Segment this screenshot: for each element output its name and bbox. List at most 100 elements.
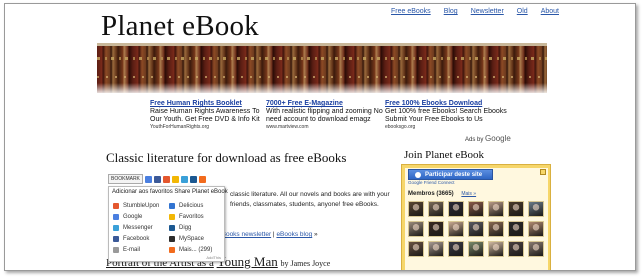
members-avatar-grid (408, 201, 544, 257)
member-avatar[interactable] (488, 221, 504, 237)
member-avatar[interactable] (488, 241, 504, 257)
share-option-google[interactable]: Google (113, 211, 159, 222)
member-avatar[interactable] (428, 221, 444, 237)
ad-title-link[interactable]: 7000+ Free E-Magazine (266, 100, 384, 108)
widget-options-icon[interactable] (540, 169, 546, 175)
banner-reflection (97, 83, 547, 93)
ads-by-google-label[interactable]: Ads by Google (465, 134, 511, 143)
ad-title-link[interactable]: Free 100% Ebooks Download (385, 100, 515, 108)
share-option-label: Messenger (123, 224, 153, 231)
popup-header: Adicionar aos favoritos Share Planet eBo… (112, 189, 228, 195)
join-site-button[interactable]: Participar deste site (408, 169, 493, 180)
ad-url[interactable]: YouthForHumanRights.org (150, 124, 268, 130)
share-messenger-icon[interactable] (180, 175, 188, 183)
join-button-label: Participar deste site (425, 171, 483, 178)
member-avatar[interactable] (448, 241, 464, 257)
ad-url[interactable]: ebooksgo.org (385, 124, 515, 130)
share-option-label: Facebook (123, 235, 150, 242)
blog-link[interactable]: eBooks blog (276, 231, 312, 238)
member-avatar[interactable] (408, 241, 424, 257)
share-option-label: Favoritos (179, 213, 204, 220)
share-facebook-icon[interactable] (153, 175, 161, 183)
ad-url[interactable]: www.martview.com (266, 124, 384, 130)
links-suffix: » (314, 231, 318, 238)
share-more-icon[interactable] (198, 175, 206, 183)
myspace-icon (169, 235, 175, 242)
ad-text: With realistic flipping and zooming No n… (266, 108, 383, 123)
ad-unit: Free 100% Ebooks Download Get 100% free … (385, 100, 515, 130)
top-navigation: Free eBooks Blog Newsletter Old About (391, 8, 559, 15)
popup-left-column: StumbleUpon Google Messenger Facebook E-… (113, 200, 159, 255)
member-avatar[interactable] (528, 221, 544, 237)
member-avatar[interactable] (428, 201, 444, 217)
newsletter-blog-links: eBooks newsletter | eBooks blog » (218, 231, 318, 238)
member-avatar[interactable] (468, 221, 484, 237)
see-all-members-link[interactable]: Mais » (461, 191, 476, 197)
share-stumbleupon-icon[interactable] (162, 175, 170, 183)
nav-free-ebooks-link[interactable]: Free eBooks (391, 8, 431, 15)
member-avatar[interactable] (508, 221, 524, 237)
share-digg-icon[interactable] (189, 175, 197, 183)
bookmark-button[interactable]: BOOKMARK (108, 174, 143, 184)
share-option-label: Mais... (299) (179, 246, 213, 253)
member-avatar[interactable] (508, 201, 524, 217)
member-avatar[interactable] (408, 221, 424, 237)
google-brand-text: Google (485, 134, 511, 143)
member-avatar[interactable] (508, 241, 524, 257)
gfc-inner-panel: Participar deste site Google Friend Conn… (405, 168, 548, 270)
share-option-favorites[interactable]: Favoritos (169, 211, 212, 222)
share-option-facebook[interactable]: Facebook (113, 233, 159, 244)
share-option-myspace[interactable]: MySpace (169, 233, 212, 244)
share-option-delicious[interactable]: Delicious (169, 200, 212, 211)
ad-unit: Free Human Rights Booklet Raise Human Ri… (150, 100, 268, 130)
share-option-messenger[interactable]: Messenger (113, 222, 159, 233)
share-option-label: StumbleUpon (123, 202, 160, 209)
google-icon (113, 213, 119, 220)
ad-title-link[interactable]: Free Human Rights Booklet (150, 100, 268, 108)
member-avatar[interactable] (448, 221, 464, 237)
members-label: Membros (3665) (408, 191, 454, 197)
member-avatar[interactable] (448, 201, 464, 217)
sidebar-heading: Join Planet eBook (404, 149, 485, 161)
share-option-email[interactable]: E-mail (113, 244, 159, 255)
nav-old-link[interactable]: Old (517, 8, 528, 15)
member-avatar[interactable] (468, 201, 484, 217)
member-avatar[interactable] (528, 201, 544, 217)
favorites-icon (169, 213, 175, 220)
browser-screenshot-frame: Planet eBook Free eBooks Blog Newsletter… (4, 3, 636, 271)
nav-about-link[interactable]: About (541, 8, 559, 15)
share-google-icon[interactable] (144, 175, 152, 183)
book-title-link-part2[interactable]: Young Man (217, 254, 278, 269)
intro-paragraph: classic literature. All our novels and b… (230, 191, 390, 208)
member-avatar[interactable] (428, 241, 444, 257)
share-toolbar: BOOKMARK (108, 174, 206, 184)
facebook-icon (113, 235, 119, 242)
addthis-footer[interactable]: AddThis (206, 255, 221, 260)
shelf-edge (97, 43, 547, 46)
newsletter-link[interactable]: eBooks newsletter (218, 231, 271, 238)
book-author: by James Joyce (280, 259, 331, 268)
share-option-digg[interactable]: Digg (169, 222, 212, 233)
share-option-label: Google (123, 213, 143, 220)
gfc-caption[interactable]: Google Friend Connect (408, 180, 455, 185)
member-avatar[interactable] (468, 241, 484, 257)
spine-gilt-bands (97, 57, 547, 60)
site-title[interactable]: Planet eBook (101, 10, 259, 43)
share-option-label: Digg (179, 224, 192, 231)
member-avatar[interactable] (488, 201, 504, 217)
members-count: Membros (3665) Mais » (408, 191, 476, 197)
share-option-stumbleupon[interactable]: StumbleUpon (113, 200, 159, 211)
nav-blog-link[interactable]: Blog (444, 8, 458, 15)
more-icon (169, 246, 175, 253)
nav-newsletter-link[interactable]: Newsletter (471, 8, 504, 15)
page-heading: Classic literature for download as free … (106, 150, 347, 165)
addthis-share-popup: Adicionar aos favoritos Share Planet eBo… (108, 186, 228, 262)
ads-by-text: Ads by (465, 137, 484, 143)
member-avatar[interactable] (528, 241, 544, 257)
member-avatar[interactable] (408, 201, 424, 217)
share-option-label: MySpace (179, 235, 205, 242)
spine-gilt-bands-lower (97, 76, 547, 78)
share-option-more[interactable]: Mais... (299) (169, 244, 212, 255)
share-favorites-icon[interactable] (171, 175, 179, 183)
share-option-label: Delicious (179, 202, 204, 209)
